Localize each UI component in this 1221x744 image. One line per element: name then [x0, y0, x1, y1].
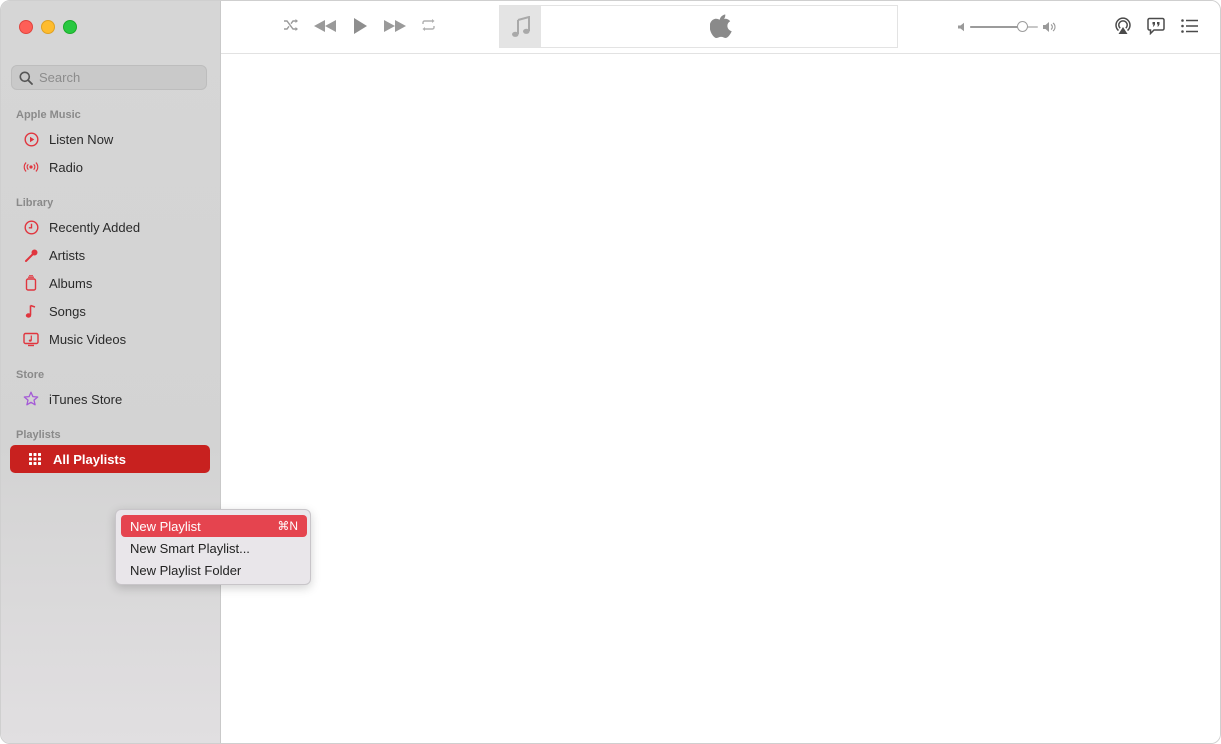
- section-title-playlists: Playlists: [16, 429, 61, 441]
- music-window: Apple Music Listen Now Radio Library Rec…: [0, 0, 1221, 744]
- shuffle-button[interactable]: [283, 18, 299, 32]
- radio-waves-icon: [23, 159, 39, 175]
- airplay-icon: [1115, 17, 1131, 34]
- sidebar-item-all-playlists[interactable]: All Playlists: [10, 445, 210, 473]
- now-playing-display[interactable]: [499, 5, 898, 48]
- sidebar-item-label: Recently Added: [49, 219, 141, 235]
- menu-item-new-smart-playlist[interactable]: New Smart Playlist...: [121, 537, 307, 559]
- next-button[interactable]: [383, 18, 407, 34]
- microphone-icon: [23, 247, 39, 263]
- sidebar-item-artists[interactable]: Artists: [23, 244, 85, 266]
- play-circle-icon: [23, 131, 39, 147]
- section-title-store: Store: [16, 369, 45, 381]
- menu-item-label: New Smart Playlist...: [130, 540, 250, 556]
- menu-item-new-playlist[interactable]: New Playlist ⌘N: [121, 515, 307, 537]
- album-stack-icon: [23, 275, 39, 291]
- lyrics-icon: [1147, 17, 1165, 35]
- sidebar-item-music-videos[interactable]: Music Videos: [23, 328, 126, 350]
- menu-item-label: New Playlist: [130, 518, 201, 534]
- sidebar-item-label: All Playlists: [53, 451, 126, 467]
- menu-item-new-playlist-folder[interactable]: New Playlist Folder: [121, 559, 307, 581]
- sidebar-item-label: Music Videos: [49, 331, 127, 347]
- sidebar-item-songs[interactable]: Songs: [23, 300, 86, 322]
- zoom-button[interactable]: [63, 20, 77, 34]
- shuffle-icon: [284, 19, 298, 31]
- sidebar-item-radio[interactable]: Radio: [23, 156, 83, 178]
- repeat-button[interactable]: [421, 18, 436, 32]
- apple-logo-icon: [709, 14, 732, 44]
- search-icon: [19, 71, 33, 85]
- minimize-button[interactable]: [41, 20, 55, 34]
- queue-button[interactable]: [1181, 19, 1199, 33]
- menu-item-label: New Playlist Folder: [130, 562, 242, 578]
- volume-knob[interactable]: [1017, 21, 1028, 32]
- sidebar: Apple Music Listen Now Radio Library Rec…: [1, 1, 221, 743]
- menu-item-shortcut: ⌘N: [277, 519, 298, 533]
- clock-icon: [23, 219, 39, 235]
- sidebar-item-albums[interactable]: Albums: [23, 272, 92, 294]
- star-icon: [23, 391, 39, 407]
- context-menu: New Playlist ⌘N New Smart Playlist... Ne…: [115, 509, 311, 585]
- volume-track-fill: [970, 26, 1023, 28]
- sidebar-item-itunes-store[interactable]: iTunes Store: [23, 388, 122, 410]
- airplay-button[interactable]: [1114, 17, 1132, 35]
- sidebar-item-label: Listen Now: [49, 131, 114, 147]
- window-controls: [19, 20, 77, 34]
- close-button[interactable]: [19, 20, 33, 34]
- volume-low-icon: [958, 22, 964, 32]
- sidebar-item-label: Artists: [49, 247, 86, 263]
- sidebar-item-label: iTunes Store: [49, 391, 123, 407]
- main-content: [221, 54, 1220, 743]
- section-title-library: Library: [16, 197, 54, 209]
- repeat-icon: [422, 19, 435, 31]
- previous-button[interactable]: [313, 18, 337, 34]
- volume-slider[interactable]: [970, 19, 1038, 35]
- volume-high-icon: [1043, 22, 1056, 32]
- volume-control: [958, 19, 1058, 35]
- music-video-icon: [23, 331, 39, 347]
- music-note-icon: [23, 303, 39, 319]
- sidebar-item-label: Songs: [49, 303, 86, 319]
- play-button[interactable]: [352, 17, 368, 35]
- previous-icon: [314, 20, 336, 32]
- music-note-icon: [511, 15, 530, 37]
- next-icon: [384, 20, 406, 32]
- queue-list-icon: [1181, 19, 1198, 33]
- search-field[interactable]: [11, 65, 207, 90]
- artwork-placeholder: [500, 6, 541, 47]
- search-input[interactable]: [39, 70, 189, 85]
- toolbar: [221, 1, 1220, 54]
- sidebar-item-label: Albums: [49, 275, 93, 291]
- section-title-apple-music: Apple Music: [16, 109, 81, 121]
- grid-icon: [27, 451, 43, 467]
- sidebar-item-listen-now[interactable]: Listen Now: [23, 128, 113, 150]
- sidebar-item-label: Radio: [49, 159, 83, 175]
- play-icon: [354, 18, 367, 34]
- sidebar-item-recently-added[interactable]: Recently Added: [23, 216, 140, 238]
- lyrics-button[interactable]: [1147, 17, 1165, 35]
